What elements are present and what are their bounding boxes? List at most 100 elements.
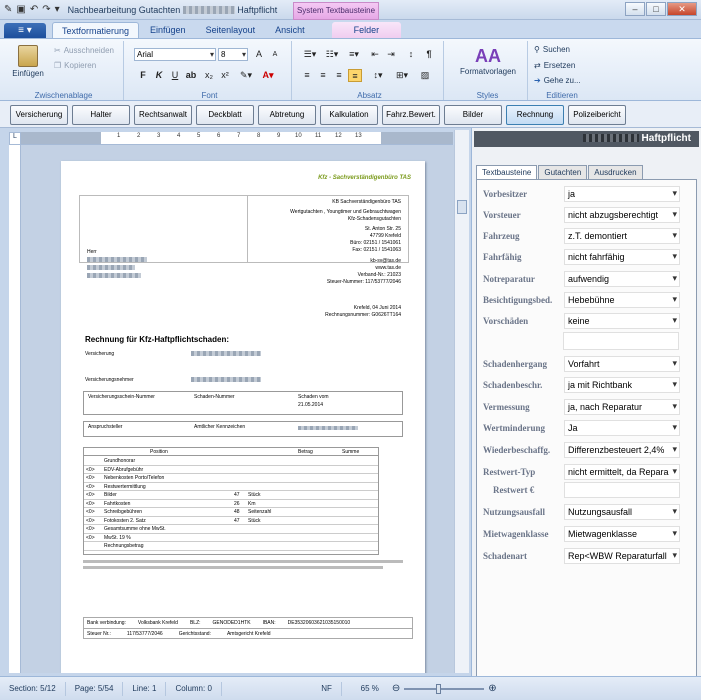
justify-icon[interactable]: ≡ (348, 69, 362, 82)
field-select[interactable]: aufwendig (564, 271, 680, 287)
app-icon[interactable]: ✎ (4, 4, 12, 15)
abtretung-button[interactable]: Abtretung (258, 105, 316, 125)
multilevel-list-icon[interactable]: ≡▾ (344, 48, 364, 61)
field-select[interactable]: keine (564, 313, 680, 329)
zoom-slider[interactable] (404, 683, 485, 694)
undo-icon[interactable]: ↶ (30, 4, 38, 15)
tab-ausdrucken[interactable]: Ausdrucken (588, 165, 643, 179)
cut-button[interactable]: ✂ Ausschneiden (54, 46, 114, 55)
sort-icon[interactable]: ↕ (404, 48, 418, 61)
invoice-title: Rechnung für Kfz-Haftpflichtschaden: (85, 335, 229, 344)
field-select[interactable]: nicht fahrfähig (564, 249, 680, 265)
superscript-icon[interactable]: x² (218, 69, 232, 82)
tab-stop-selector-icon[interactable]: L (9, 132, 21, 145)
field-select[interactable]: Vorfahrt (564, 356, 680, 372)
bullet-list-icon[interactable]: ☰▾ (300, 48, 320, 61)
file-menu-button[interactable]: ≡ ▾ (4, 23, 46, 38)
rechtsanwalt-button[interactable]: Rechtsanwalt (134, 105, 192, 125)
font-name-select[interactable]: Arial (134, 48, 216, 61)
positions-table: Position Betrag Summe Grundhonorar <0> EDV… (83, 447, 379, 555)
font-size-select[interactable]: 8 (218, 48, 248, 61)
tab-seitenlayout[interactable]: Seitenlayout (197, 22, 265, 38)
tab-gutachten[interactable]: Gutachten (538, 165, 588, 179)
vertical-scrollbar[interactable] (454, 130, 469, 673)
quick-access-dropdown-icon[interactable]: ▾ (55, 4, 60, 15)
field-select[interactable]: ja (564, 186, 680, 202)
align-right-icon[interactable]: ≡ (332, 69, 346, 82)
replace-button[interactable]: ⇄ Ersetzen (534, 61, 575, 70)
grow-font-icon[interactable]: A (252, 48, 266, 61)
halter-button[interactable]: Halter (72, 105, 130, 125)
numbered-list-icon[interactable]: ☷▾ (322, 48, 342, 61)
window-title-prefix: Nachbearbeitung Gutachten (67, 4, 181, 15)
field-select[interactable]: ja, nach Reparatur (564, 399, 680, 415)
position-mark: <0> (86, 526, 95, 532)
field-row: Wiederbeschaffg. Differenzbesteuert 2,4% (483, 442, 693, 460)
italic-icon[interactable]: K (152, 69, 166, 82)
field-select[interactable]: Ja (564, 420, 680, 436)
field-select[interactable]: z.T. demontiert (564, 228, 680, 244)
goto-arrow-icon: ➔ (534, 76, 541, 85)
minimize-icon[interactable]: – (625, 2, 645, 16)
tab-einfuegen[interactable]: Einfügen (141, 22, 195, 38)
tab-textbausteine[interactable]: Textbausteine (476, 165, 538, 179)
versicherung-button[interactable]: Versicherung (10, 105, 68, 125)
field-select[interactable]: Rep<WBW Reparaturfall (564, 548, 680, 564)
restwert-input[interactable] (564, 482, 680, 498)
tab-textformatierung[interactable]: Textformatierung (52, 22, 140, 38)
field-select[interactable]: Nutzungsausfall (564, 504, 680, 520)
tab-ansicht[interactable]: Ansicht (266, 22, 314, 38)
styles-button[interactable]: AA Formatvorlagen (454, 45, 522, 76)
fahrz-bewert-button[interactable]: Fahrz.Bewert. (382, 105, 440, 125)
align-center-icon[interactable]: ≡ (316, 69, 330, 82)
zoom-slider-thumb[interactable] (436, 683, 442, 694)
strikethrough-icon[interactable]: ab (184, 69, 198, 82)
highlight-icon[interactable]: ✎▾ (236, 69, 256, 82)
bold-icon[interactable]: F (136, 69, 150, 82)
scissors-icon: ✂ (54, 46, 61, 55)
field-select[interactable]: ja mit Richtbank (564, 377, 680, 393)
align-left-icon[interactable]: ≡ (300, 69, 314, 82)
copy-button[interactable]: ❐ Kopieren (54, 61, 96, 70)
search-button[interactable]: ⚲ Suchen (534, 45, 570, 54)
tab-felder[interactable]: Felder (331, 22, 402, 38)
field-select[interactable]: Mietwagenklasse (564, 526, 680, 542)
position-label: Schreibgebühren (104, 509, 143, 515)
shrink-font-icon[interactable]: A (268, 48, 282, 61)
zoom-out-icon[interactable]: ⊖ (392, 683, 400, 694)
vorschaeden-notes-field[interactable] (563, 332, 679, 350)
field-select[interactable]: Hebebühne (564, 292, 680, 308)
polizeibericht-button[interactable]: Polizeibericht (568, 105, 626, 125)
decrease-indent-icon[interactable]: ⇤ (368, 48, 382, 61)
underline-icon[interactable]: U (168, 69, 182, 82)
maximize-icon[interactable]: □ (646, 2, 666, 16)
paste-button[interactable]: Einfügen (12, 45, 44, 78)
field-label: Restwert € (493, 485, 535, 495)
redo-icon[interactable]: ↷ (42, 4, 50, 15)
zoom-in-icon[interactable]: ⊕ (488, 683, 496, 694)
editing-group-label: Editieren (546, 91, 578, 100)
scroll-thumb[interactable] (457, 200, 467, 214)
font-color-icon[interactable]: A▾ (258, 69, 278, 82)
close-icon[interactable]: ✕ (667, 2, 697, 16)
field-select[interactable]: Differenzbesteuert 2,4% (564, 442, 680, 458)
pilcrow-icon[interactable]: ¶ (422, 48, 436, 61)
borders-icon[interactable]: ⊞▾ (392, 69, 412, 82)
save-icon[interactable]: ▣ (16, 4, 25, 15)
goto-button[interactable]: ➔ Gehe zu... (534, 76, 581, 85)
shading-icon[interactable]: ▨ (418, 69, 432, 82)
document-editor[interactable]: Kfz - Sachverständigenbüro TAS KB Sachve… (21, 145, 454, 673)
deckblatt-button[interactable]: Deckblatt (196, 105, 254, 125)
rechnung-button[interactable]: Rechnung (506, 105, 564, 125)
kalkulation-button[interactable]: Kalkulation (320, 105, 378, 125)
field-select[interactable]: nicht abzugsberechtigt (564, 207, 680, 223)
field-select[interactable]: nicht ermittelt, da Repara (564, 464, 680, 480)
field-label: Restwert-Typ (483, 467, 536, 477)
bilder-button[interactable]: Bilder (444, 105, 502, 125)
increase-indent-icon[interactable]: ⇥ (384, 48, 398, 61)
line-spacing-icon[interactable]: ↕▾ (368, 69, 388, 82)
document-page[interactable]: Kfz - Sachverständigenbüro TAS KB Sachve… (61, 161, 425, 673)
horizontal-ruler[interactable]: 1 2 3 4 5 6 7 8 9 10 11 12 13 (21, 132, 453, 145)
subscript-icon[interactable]: x₂ (202, 69, 216, 82)
vertical-ruler[interactable] (9, 145, 21, 673)
